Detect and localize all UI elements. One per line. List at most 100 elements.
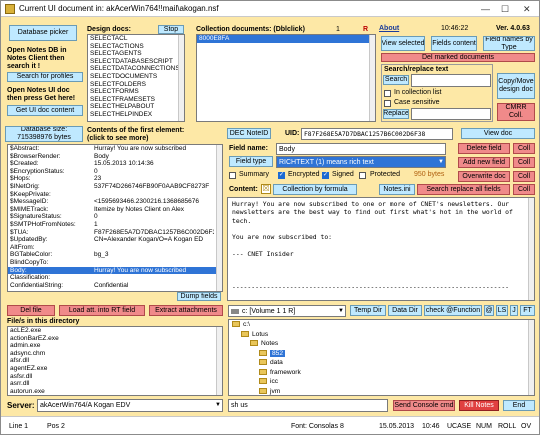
content-scrollbar[interactable] bbox=[528, 198, 534, 300]
add-field-coll-button[interactable]: Coll bbox=[513, 157, 535, 168]
search-profiles-button[interactable]: Search for profiles bbox=[7, 72, 83, 82]
directory-tree[interactable]: c:\ Lotus Notes 852 data framework icc jvm bbox=[228, 319, 535, 396]
list-item[interactable]: SELECTHELPINDEX bbox=[88, 111, 184, 119]
list-item[interactable]: SELECTHELPABOUT bbox=[88, 103, 184, 111]
overwrite-doc-button[interactable]: Overwrite doc bbox=[458, 171, 510, 182]
table-row[interactable]: $UpdatedBy: CN=Alexander Kogan/O=A Kogan … bbox=[8, 236, 222, 244]
table-row[interactable]: $MessageID: <1595693466.2300216.136868567… bbox=[8, 198, 222, 206]
kill-notes-button[interactable]: Kill Notes bbox=[459, 400, 499, 411]
about-link[interactable]: About bbox=[379, 25, 399, 32]
collection-list[interactable]: 8000E8FA bbox=[196, 34, 376, 122]
files-list[interactable]: acLE2.exe actionBarEZ.exe admin.exe adsync.… bbox=[7, 326, 223, 396]
table-row[interactable]: ConfidentialString: Confidential bbox=[8, 282, 222, 290]
list-item[interactable]: admin.exe bbox=[8, 342, 222, 350]
table-row[interactable]: $Abstract: Hurray! You are now subscribed bbox=[8, 145, 222, 153]
notes-ini-button[interactable]: Notes.ini bbox=[379, 184, 415, 195]
collection-scrollbar[interactable] bbox=[369, 35, 375, 121]
table-row[interactable]: $Created: 15.05.2013 10:14:36 bbox=[8, 160, 222, 168]
table-row[interactable]: $BrowserRender: Body bbox=[8, 153, 222, 161]
encrypted-checkbox[interactable]: ✓ bbox=[278, 172, 285, 179]
list-item[interactable]: afsr.dll bbox=[8, 357, 222, 365]
delete-field-button[interactable]: Delete field bbox=[458, 143, 510, 154]
data-dir-button[interactable]: Data Dir bbox=[388, 305, 422, 316]
list-item[interactable]: 8000E8FA bbox=[197, 35, 375, 43]
tree-item[interactable]: 852 bbox=[229, 349, 534, 359]
list-item[interactable]: autorun.exe bbox=[8, 388, 222, 395]
tree-item[interactable]: icc bbox=[229, 377, 534, 387]
table-row[interactable]: $Hops: 23 bbox=[8, 175, 222, 183]
search-text-input[interactable] bbox=[411, 74, 491, 87]
at-button[interactable]: @ bbox=[484, 305, 494, 316]
get-ui-doc-button[interactable]: Get UI doc content bbox=[7, 105, 83, 116]
copy-move-design-button[interactable]: Copy/Move design doc bbox=[497, 73, 535, 99]
tree-item[interactable]: c:\ bbox=[229, 320, 534, 330]
table-row[interactable]: $EncryptionStatus: 0 bbox=[8, 168, 222, 176]
search-replace-all-button[interactable]: Search replace all fields bbox=[417, 184, 510, 195]
ls-button[interactable]: LS bbox=[496, 305, 508, 316]
tree-item[interactable]: Lotus bbox=[229, 330, 534, 340]
j-button[interactable]: J bbox=[510, 305, 518, 316]
tree-item[interactable]: jvm bbox=[229, 387, 534, 396]
list-item[interactable]: asfsr.dll bbox=[8, 373, 222, 381]
table-row[interactable]: $SMTPHotFromNotes: 1 bbox=[8, 221, 222, 229]
list-item[interactable]: SELECTDATABASESCRIPT bbox=[88, 58, 184, 66]
list-item[interactable]: SELECTACL bbox=[88, 35, 184, 43]
protected-checkbox[interactable] bbox=[359, 172, 366, 179]
server-chevron-icon[interactable]: ▼ bbox=[215, 402, 221, 408]
table-row[interactable]: $INetOrig: 537F74D266746FB90F0AAB9CF8273F bbox=[8, 183, 222, 191]
chevron-down-icon[interactable]: ▼ bbox=[438, 159, 444, 165]
field-type-select[interactable]: RICHTEXT (1) means rich text bbox=[276, 156, 446, 168]
close-icon[interactable]: ✕ bbox=[523, 4, 531, 15]
overwrite-coll-button[interactable]: Coll bbox=[513, 171, 535, 182]
list-item[interactable]: asrr.dll bbox=[8, 380, 222, 388]
field-name-input[interactable]: Body bbox=[276, 143, 446, 155]
dump-fields-button[interactable]: Dump fields bbox=[177, 292, 221, 301]
view-selected-button[interactable]: View selected bbox=[381, 36, 425, 51]
drive-chevron-icon[interactable]: ▼ bbox=[338, 308, 344, 314]
dir-scrollbar[interactable] bbox=[528, 320, 534, 395]
del-marked-button[interactable]: Del marked documents bbox=[381, 53, 535, 62]
replace-text-input[interactable] bbox=[411, 108, 491, 120]
table-row[interactable]: BGTableColor: bg_3 bbox=[8, 251, 222, 259]
minimize-icon[interactable]: — bbox=[481, 4, 490, 14]
dec-noteid-button[interactable]: DEC NoteID bbox=[227, 128, 271, 139]
list-item[interactable]: SELECTACTIONS bbox=[88, 43, 184, 51]
list-item[interactable]: SELECTDOCUMENTS bbox=[88, 73, 184, 81]
database-picker-button[interactable]: Database picker bbox=[9, 25, 77, 41]
table-row[interactable]: Body: Hurray! You are now subscribed bbox=[8, 266, 222, 275]
end-button[interactable]: End bbox=[503, 400, 535, 411]
console-command-input[interactable]: sh us bbox=[228, 399, 388, 412]
in-collection-checkbox[interactable] bbox=[384, 90, 391, 97]
cmrr-coll-button[interactable]: CMRR Coll. bbox=[497, 103, 535, 121]
signed-checkbox[interactable]: ✓ bbox=[322, 172, 329, 179]
table-row[interactable]: BlindCopyTo: bbox=[8, 259, 222, 267]
files-scrollbar[interactable] bbox=[216, 327, 222, 395]
table-row[interactable]: AltFrom: bbox=[8, 244, 222, 252]
temp-dir-button[interactable]: Temp Dir bbox=[350, 305, 386, 316]
server-select[interactable]: akAcerWin764/A Kogan EDV bbox=[37, 399, 223, 412]
fields-scrollbar[interactable] bbox=[216, 145, 222, 291]
tree-item[interactable]: framework bbox=[229, 368, 534, 378]
fields-list[interactable]: $Abstract: Hurray! You are now subscribed… bbox=[7, 144, 223, 292]
table-row[interactable]: $TUA: F87F268E5A7D7DBAC1257B6C002D6F3 bbox=[8, 229, 222, 237]
search-replace-coll-button[interactable]: Coll bbox=[513, 184, 535, 195]
pin-icon[interactable]: ☒ bbox=[261, 184, 271, 194]
tree-item[interactable]: data bbox=[229, 358, 534, 368]
list-item[interactable]: SELECTDATACONNECTIONS bbox=[88, 65, 184, 73]
list-item[interactable]: SELECTFRAMESETS bbox=[88, 96, 184, 104]
drive-select[interactable]: c: [Volume 1 1 R] bbox=[228, 305, 346, 317]
list-item[interactable]: SELECTFOLDERS bbox=[88, 81, 184, 89]
content-textarea[interactable]: Hurray! You are now subscribed to one or… bbox=[227, 197, 535, 301]
list-item[interactable]: agentEZ.exe bbox=[8, 365, 222, 373]
list-item[interactable]: acLE2.exe bbox=[8, 327, 222, 335]
tree-item[interactable]: Notes bbox=[229, 339, 534, 349]
list-item[interactable]: SELECTAGENTS bbox=[88, 50, 184, 58]
delete-field-coll-button[interactable]: Coll bbox=[513, 143, 535, 154]
check-function-button[interactable]: check @Function bbox=[424, 305, 482, 316]
list-item[interactable]: actionBarEZ.exe bbox=[8, 335, 222, 343]
fields-content-button[interactable]: Fields content bbox=[431, 36, 477, 51]
stop-button[interactable]: Stop bbox=[158, 25, 184, 34]
search-button[interactable]: Search bbox=[383, 75, 409, 85]
list-item[interactable]: SELECTFORMS bbox=[88, 88, 184, 96]
design-docs-list[interactable]: SELECTACL SELECTACTIONS SELECTAGENTS SELECT… bbox=[87, 34, 185, 122]
